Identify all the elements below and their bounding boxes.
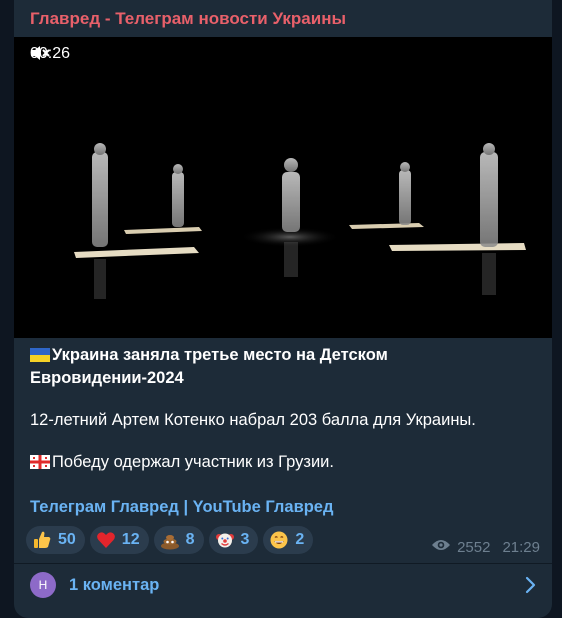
chevron-right-icon bbox=[524, 576, 536, 599]
post-meta: 2552 21:29 bbox=[431, 538, 540, 556]
avatar: H bbox=[30, 572, 56, 598]
video-frame bbox=[14, 37, 552, 338]
post-links: Телеграм Главред | YouTube Главред bbox=[30, 498, 333, 517]
links-separator: | bbox=[183, 498, 189, 516]
video-player[interactable]: 00:26 bbox=[14, 37, 552, 338]
red-heart-icon bbox=[95, 529, 117, 551]
poop-icon bbox=[159, 529, 181, 551]
post-time: 21:29 bbox=[502, 538, 540, 556]
post-paragraph-1: 12-летний Артем Котенко набрал 203 балла… bbox=[30, 411, 476, 429]
reaction-thumbs-up[interactable]: 50 bbox=[26, 526, 85, 554]
thumbs-up-icon bbox=[31, 529, 53, 551]
reaction-grin[interactable]: 2 bbox=[263, 526, 314, 554]
grin-icon bbox=[268, 529, 290, 551]
post-card: Главред - Телеграм новости Украины 00:26… bbox=[14, 0, 552, 618]
views-count: 2552 bbox=[457, 538, 491, 556]
georgia-flag-icon bbox=[30, 454, 50, 475]
reaction-clown[interactable]: 3 bbox=[208, 526, 259, 554]
reaction-count: 12 bbox=[121, 531, 140, 548]
reactions-bar: 50 12 8 3 2 bbox=[26, 526, 314, 554]
reaction-heart[interactable]: 12 bbox=[89, 526, 149, 554]
reaction-count: 50 bbox=[58, 531, 76, 548]
paragraph-2-text: Победу одержал участник из Грузии. bbox=[52, 453, 334, 471]
comments-label: 1 коментар bbox=[69, 576, 160, 594]
reaction-poop[interactable]: 8 bbox=[153, 526, 204, 554]
video-timer: 00:26 bbox=[30, 45, 76, 63]
post-headline: Украина заняла третье место на Детском Е… bbox=[30, 345, 540, 389]
post-paragraph-2: Победу одержал участник из Грузии. bbox=[30, 452, 540, 475]
reaction-count: 3 bbox=[240, 531, 250, 548]
comments-button[interactable]: H 1 коментар bbox=[14, 564, 552, 608]
telegram-link[interactable]: Телеграм Главред bbox=[30, 498, 179, 516]
headline-text: Украина заняла третье место на Детском Е… bbox=[30, 346, 388, 387]
youtube-link[interactable]: YouTube Главред bbox=[193, 498, 334, 516]
reaction-count: 2 bbox=[295, 531, 305, 548]
eye-icon bbox=[431, 538, 451, 556]
post-text: Украина заняла третье место на Детском Е… bbox=[30, 345, 540, 475]
reaction-count: 8 bbox=[185, 531, 195, 548]
clown-icon bbox=[214, 529, 236, 551]
ukraine-flag-icon bbox=[30, 347, 50, 368]
channel-name[interactable]: Главред - Телеграм новости Украины bbox=[30, 9, 346, 29]
